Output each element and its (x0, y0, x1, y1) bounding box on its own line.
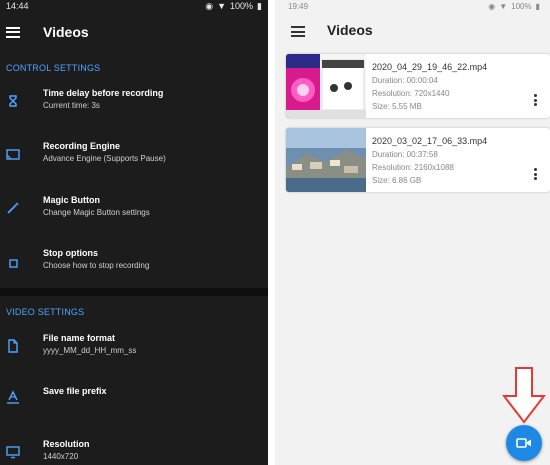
page-title: Videos (43, 24, 89, 40)
setting-title: Resolution (43, 439, 90, 449)
setting-title: Recording Engine (43, 141, 121, 151)
status-time: 14:44 (6, 1, 29, 11)
file-icon (8, 339, 18, 353)
setting-subtitle: Change Magic Button settings (43, 208, 150, 217)
setting-title: Stop options (43, 248, 98, 258)
setting-subtitle: yyyy_MM_dd_HH_mm_ss (43, 346, 137, 355)
app-bar: Videos (275, 12, 550, 48)
video-thumbnail[interactable] (286, 54, 366, 118)
wifi-icon: ▼ (499, 1, 508, 11)
video-filename: 2020_04_29_19_46_22.mp4 (372, 62, 488, 72)
battery-icon: ▮ (257, 0, 262, 11)
setting-recording-engine[interactable]: Recording Engine Advance Engine (Support… (0, 141, 268, 185)
wifi-icon: ▼ (217, 1, 227, 11)
video-duration: Duration: 00:00:04 (372, 76, 438, 85)
stop-icon (9, 259, 18, 268)
monitor-icon (6, 446, 20, 459)
section-video-settings: VIDEO SETTINGS (6, 307, 85, 317)
video-card[interactable]: 2020_04_29_19_46_22.mp4 Duration: 00:00:… (286, 54, 550, 118)
more-options-icon[interactable] (534, 168, 538, 180)
setting-title: Magic Button (43, 195, 100, 205)
setting-subtitle: Advance Engine (Supports Pause) (43, 154, 166, 163)
magic-wand-icon (7, 202, 19, 214)
setting-subtitle: 1440x720 (43, 452, 79, 461)
status-time: 19:49 (288, 1, 309, 11)
setting-title: Time delay before recording (43, 88, 164, 98)
setting-subtitle: Current time: 3s (43, 101, 100, 110)
setting-title: File name format (43, 333, 116, 343)
video-resolution: Resolution: 2160x1088 (372, 163, 454, 172)
settings-screen: 14:44 ◉ ▼ 100% ▮ Videos CONTROL SETTINGS… (0, 0, 268, 465)
hourglass-icon (9, 95, 17, 107)
video-camera-icon (516, 438, 531, 448)
section-control-settings: CONTROL SETTINGS (6, 63, 101, 73)
status-bar: 19:49 ◉ ▼ 100% ▮ (275, 0, 550, 12)
menu-icon[interactable] (291, 26, 305, 37)
section-divider (0, 288, 268, 296)
video-card[interactable]: 2020_03_02_17_06_33.mp4 Duration: 00:37:… (286, 128, 550, 192)
more-options-icon[interactable] (534, 94, 538, 106)
video-size: Size: 6.86 GB (372, 176, 422, 185)
setting-file-name-format[interactable]: File name format yyyy_MM_dd_HH_mm_ss (0, 333, 268, 377)
video-size: Size: 5.55 MB (372, 102, 422, 111)
setting-resolution[interactable]: Resolution 1440x720 (0, 439, 268, 465)
setting-title: Save file prefix (43, 386, 107, 396)
status-battery: 100% (230, 1, 254, 11)
status-bar: 14:44 ◉ ▼ 100% ▮ (0, 0, 268, 12)
eye-icon: ◉ (488, 1, 496, 11)
setting-time-delay[interactable]: Time delay before recording Current time… (0, 88, 268, 132)
status-battery: 100% (511, 1, 532, 11)
video-thumbnail[interactable] (286, 128, 366, 192)
video-filename: 2020_03_02_17_06_33.mp4 (372, 136, 488, 146)
cast-icon (6, 149, 20, 160)
video-resolution: Resolution: 720x1440 (372, 89, 450, 98)
record-video-button[interactable] (506, 425, 542, 461)
arrow-down-icon (502, 367, 546, 424)
setting-subtitle: Choose how to stop recording (43, 261, 150, 270)
setting-save-file-prefix[interactable]: Save file prefix (0, 386, 268, 430)
menu-icon[interactable] (6, 26, 20, 38)
battery-icon: ▮ (535, 1, 540, 11)
setting-stop-options[interactable]: Stop options Choose how to stop recordin… (0, 248, 268, 292)
text-format-icon (7, 390, 19, 404)
page-title: Videos (327, 22, 373, 38)
app-bar: Videos (0, 12, 268, 52)
setting-magic-button[interactable]: Magic Button Change Magic Button setting… (0, 195, 268, 239)
eye-icon: ◉ (205, 0, 214, 11)
video-duration: Duration: 00:37:58 (372, 150, 438, 159)
screen-separator (268, 0, 275, 465)
